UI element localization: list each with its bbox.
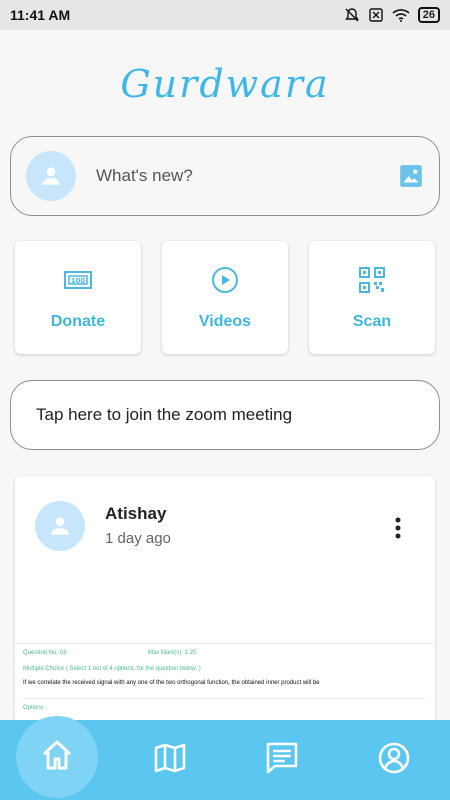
post-author: Atishay <box>105 504 167 523</box>
donate-tile[interactable]: 100 Donate <box>15 241 141 354</box>
whats-new-input[interactable]: What's new? <box>96 166 398 186</box>
donate-label: Donate <box>50 312 106 330</box>
post-card[interactable]: Atishay 1 day ago Question No. 03 Max Ma… <box>15 476 435 726</box>
post-header: Atishay 1 day ago <box>35 501 171 551</box>
image-icon[interactable] <box>398 163 424 189</box>
nav-profile[interactable] <box>354 720 434 800</box>
app-title: Gurdwara <box>120 62 330 106</box>
nav-messages[interactable] <box>242 720 322 800</box>
scan-label: Scan <box>352 312 392 330</box>
play-icon <box>211 265 239 295</box>
battery-icon: 26 <box>417 7 440 23</box>
nav-map[interactable] <box>130 720 210 800</box>
svg-text:100: 100 <box>71 277 86 285</box>
question-divider <box>23 698 427 699</box>
status-bar: 11:41 AM 26 <box>0 0 450 30</box>
avatar-icon <box>26 151 76 201</box>
home-icon <box>40 738 74 777</box>
more-options-icon[interactable] <box>393 516 403 540</box>
post-image[interactable]: Question No. 03 Max Mark(s): 1.25 Multip… <box>15 643 435 726</box>
question-header: Question No. 03 Max Mark(s): 1.25 <box>23 650 427 656</box>
status-time: 11:41 AM <box>10 7 71 23</box>
author-avatar-icon[interactable] <box>35 501 85 551</box>
bottom-nav <box>0 716 450 800</box>
wifi-icon <box>392 8 410 22</box>
options-label: Options <box>23 705 44 711</box>
sim-off-icon <box>368 7 384 23</box>
action-tiles: 100 Donate Videos Scan <box>15 241 435 354</box>
status-icons: 26 <box>344 7 440 23</box>
question-text: If we correlate the received signal with… <box>23 680 320 686</box>
zoom-meeting-button[interactable]: Tap here to join the zoom meeting <box>10 380 440 450</box>
post-meta: Atishay 1 day ago <box>105 504 171 547</box>
profile-icon <box>377 741 411 780</box>
mute-bell-icon <box>344 7 360 23</box>
question-marks: Max Mark(s): 1.25 <box>148 650 197 656</box>
cash-icon: 100 <box>64 265 92 295</box>
post-time: 1 day ago <box>105 530 171 547</box>
scan-tile[interactable]: Scan <box>309 241 435 354</box>
map-icon <box>153 741 187 780</box>
videos-label: Videos <box>198 312 252 330</box>
nav-home[interactable] <box>16 716 98 798</box>
videos-tile[interactable]: Videos <box>162 241 288 354</box>
question-number: Question No. 03 <box>23 650 67 656</box>
qr-code-icon <box>359 265 385 295</box>
post-composer[interactable]: What's new? <box>10 136 440 216</box>
messages-icon <box>265 741 299 780</box>
question-type: Multiple Choice ( Select 1 out of 4 opti… <box>23 666 201 672</box>
